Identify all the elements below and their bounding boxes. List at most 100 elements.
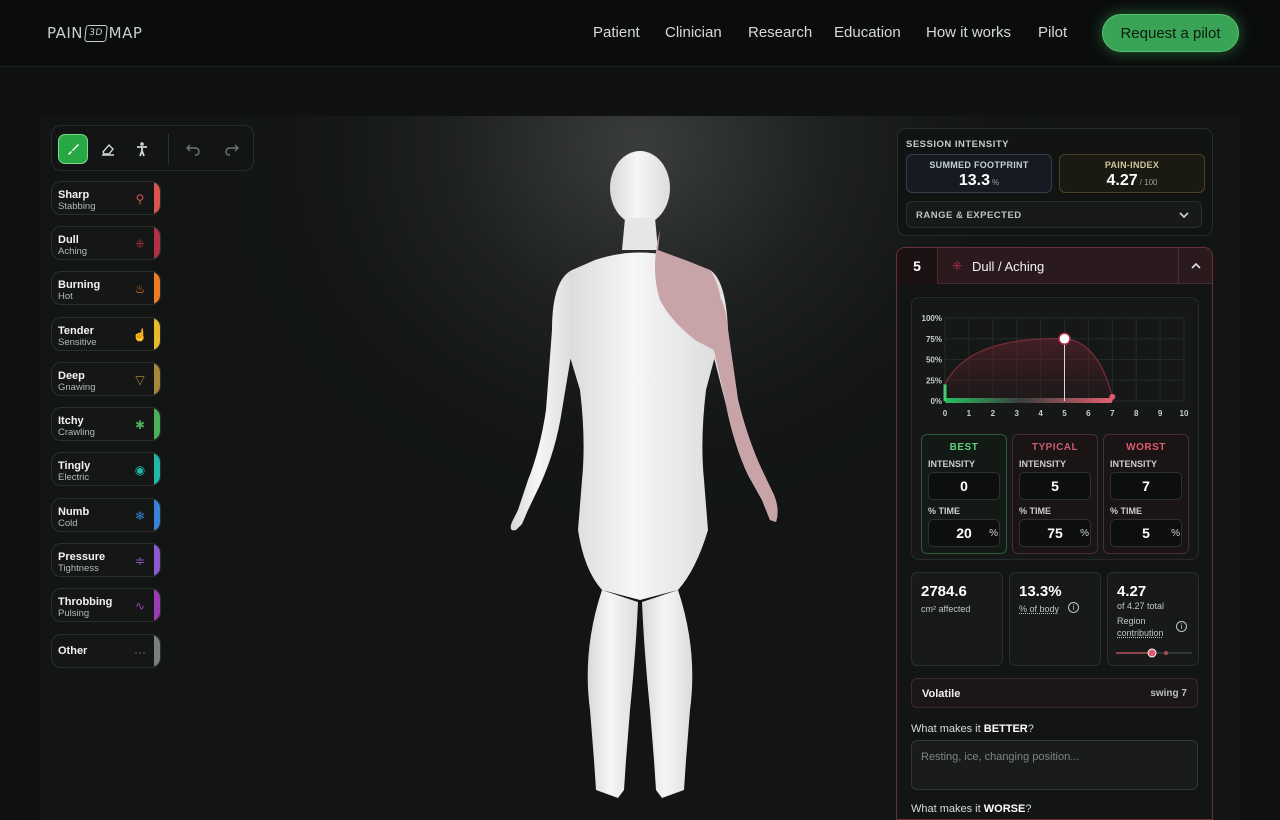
flame-icon: ♨ (134, 282, 146, 296)
pain-type-sublabel: Aching (58, 246, 88, 257)
x-tick-label: 0 (943, 409, 948, 418)
pain-type-numb[interactable]: Numb Cold ❄ (51, 498, 161, 532)
info-icon[interactable]: i (1176, 621, 1187, 632)
pain-type-sharp[interactable]: Sharp Stabbing ⚲ (51, 181, 161, 215)
pulse-icon: ∿ (134, 599, 146, 613)
better-textarea[interactable]: Resting, ice, changing position... (911, 740, 1198, 790)
pain-type-color-bar (154, 408, 160, 440)
pain-type-color-bar (154, 363, 160, 395)
pain-type-tingly[interactable]: Tingly Electric ◉ (51, 452, 161, 486)
pain-type-label: Throbbing (58, 596, 113, 608)
x-tick-label: 1 (967, 409, 972, 418)
x-tick-label: 8 (1134, 409, 1139, 418)
x-tick-label: 3 (1014, 409, 1019, 418)
y-tick-label: 50% (926, 356, 942, 365)
session-intensity-panel: SESSION INTENSITY SUMMED FOOTPRINT 13.3%… (897, 128, 1213, 236)
pain-type-pressure[interactable]: Pressure Tightness ≑ (51, 543, 161, 577)
nav-research[interactable]: Research (748, 24, 812, 41)
figure-icon (137, 142, 147, 157)
more-icon: ··· (134, 645, 146, 659)
worst-point (1109, 393, 1116, 400)
pain-index-card: PAIN-INDEX 4.27/ 100 (1059, 154, 1205, 193)
body-silhouette (510, 151, 778, 798)
pain-type-color-bar (154, 544, 160, 576)
body-percent-value: 13.3% (1019, 583, 1062, 600)
grid-icon: ⁜ (134, 237, 146, 251)
y-tick-label: 0% (930, 397, 942, 406)
region-contribution-metric: 4.27 of 4.27 total Region contribution i (1107, 572, 1199, 666)
nav-how-it-works[interactable]: How it works (926, 24, 1011, 41)
y-tick-label: 100% (922, 314, 942, 323)
region-detail-panel: 5 ⁜ Dull / Aching 0 1 2 3 4 5 6 7 8 9 10 0% 25% 50% 75… (896, 247, 1213, 820)
best-intensity-input[interactable]: 0 (928, 472, 1000, 500)
pain-type-burning[interactable]: Burning Hot ♨ (51, 271, 161, 305)
pain-type-itchy[interactable]: Itchy Crawling ✱ (51, 407, 161, 441)
hand-icon: ☝ (132, 328, 148, 342)
pain-type-label: Other (58, 645, 88, 657)
undo-icon (186, 144, 200, 156)
pain-type-sublabel: Electric (58, 472, 90, 483)
x-tick-label: 4 (1038, 409, 1043, 418)
area-value: 2784.6 (921, 583, 967, 600)
summed-footprint-value: 13.3 (958, 172, 990, 189)
pain-type-throbbing[interactable]: Throbbing Pulsing ∿ (51, 588, 161, 622)
pain-type-sublabel: Sensitive (58, 337, 97, 348)
pain-index-value: 4.27 (1106, 172, 1138, 189)
pain-type-label: Burning (58, 279, 101, 291)
region-title: Dull / Aching (972, 259, 1045, 274)
nav-clinician[interactable]: Clinician (665, 24, 722, 41)
x-tick-label: 6 (1086, 409, 1091, 418)
bug-icon: ✱ (134, 418, 146, 432)
grid-icon: ⁜ (952, 259, 963, 273)
funnel-icon: ▽ (135, 373, 145, 387)
brush-icon (68, 144, 79, 155)
pain-type-color-bar (154, 272, 160, 304)
eraser-tool-button[interactable] (93, 134, 123, 164)
chevron-down-icon (1179, 212, 1189, 219)
pain-type-color-bar (154, 589, 160, 621)
body-figure[interactable] (500, 150, 790, 810)
pain-type-label: Pressure (58, 551, 106, 563)
x-tick-label: 9 (1158, 409, 1163, 418)
compress-icon: ≑ (134, 554, 146, 568)
pain-type-tender[interactable]: Tender Sensitive ☝ (51, 317, 161, 351)
info-icon[interactable]: i (1068, 602, 1079, 613)
worst-intensity-input[interactable]: 7 (1110, 472, 1182, 500)
x-tick-label: 10 (1180, 409, 1189, 418)
pain-type-sublabel: Cold (58, 518, 78, 529)
range-bar (945, 398, 1113, 403)
session-intensity-heading: SESSION INTENSITY (906, 139, 1009, 150)
nav-pilot[interactable]: Pilot (1038, 24, 1067, 41)
brush-tool-button[interactable] (58, 134, 88, 164)
range-expected-toggle[interactable]: RANGE & EXPECTED (906, 201, 1202, 228)
signal-icon: ◉ (134, 463, 146, 477)
pain-type-deep[interactable]: Deep Gnawing ▽ (51, 362, 161, 396)
intensity-time-svg[interactable]: 0 1 2 3 4 5 6 7 8 9 100%25%50%75%100% (912, 298, 1200, 428)
pin-icon: ⚲ (135, 192, 145, 206)
nav-patient[interactable]: Patient (593, 24, 640, 41)
typical-intensity-input[interactable]: 5 (1019, 472, 1091, 500)
pain-type-label: Deep (58, 370, 85, 382)
pain-type-dull[interactable]: Dull Aching ⁜ (51, 226, 161, 260)
redo-button[interactable] (217, 134, 247, 164)
pain-type-sublabel: Pulsing (58, 608, 90, 619)
figure-tool-button[interactable] (127, 134, 157, 164)
nav-education[interactable]: Education (834, 24, 901, 41)
undo-button[interactable] (178, 134, 208, 164)
top-navigation-bar: PAIN 3D MAP Patient Clinician Research E… (0, 0, 1280, 67)
typical-column: TYPICAL INTENSITY 5 % TIME 75 % (1012, 434, 1098, 554)
region-header[interactable]: 5 ⁜ Dull / Aching (897, 248, 1212, 284)
request-pilot-button[interactable]: Request a pilot (1102, 14, 1239, 52)
distribution-area (944, 338, 1113, 402)
summed-footprint-card: SUMMED FOOTPRINT 13.3% (906, 154, 1052, 193)
typical-point (1058, 332, 1071, 345)
pain-type-label: Tingly (58, 460, 91, 472)
collapse-button[interactable] (1178, 248, 1212, 284)
intensity-time-chart: 0 1 2 3 4 5 6 7 8 9 10 0% 25% 50% 75% 100% BEST INTENSI… (911, 297, 1199, 560)
contribution-slider[interactable] (1116, 647, 1192, 659)
pain-type-color-bar (154, 635, 160, 667)
pain-type-other[interactable]: Other ··· (51, 634, 161, 668)
volatility-badge: Volatile swing 7 (911, 678, 1198, 708)
logo[interactable]: PAIN 3D MAP (47, 22, 142, 44)
better-question: What makes it BETTER? (911, 723, 1034, 735)
